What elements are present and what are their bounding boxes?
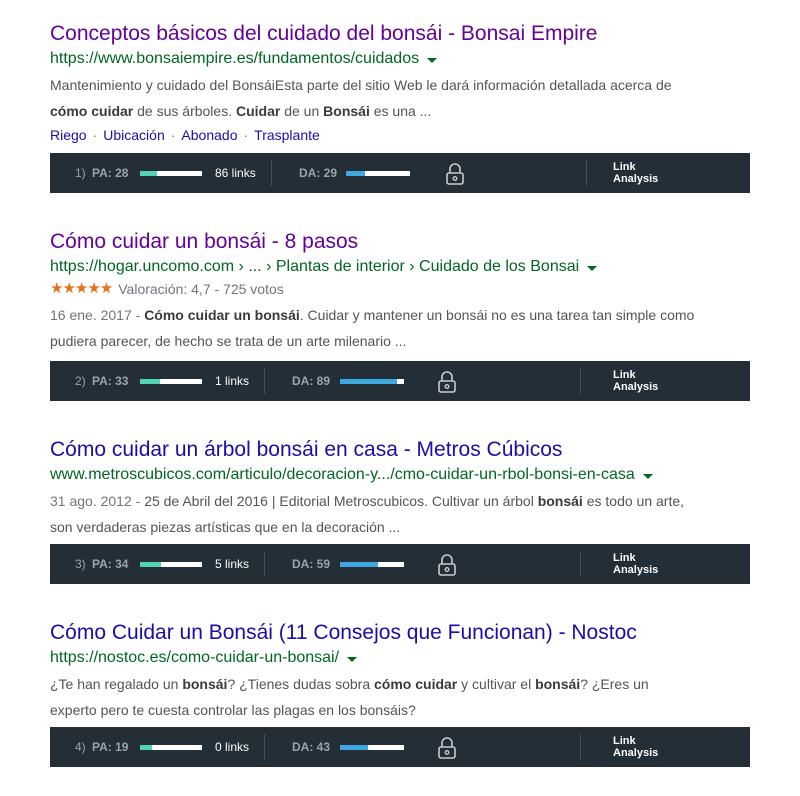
mozbar-divider [580, 551, 581, 577]
page-authority: PA: 28 [92, 166, 129, 180]
mozbar-rank: 4) [75, 740, 86, 754]
lock-icon[interactable] [437, 737, 457, 759]
snippet-line: 16 ene. 2017 - Cómo cuidar un bonsái. Cu… [50, 307, 695, 323]
pa-bar-fill [140, 562, 162, 567]
result-title[interactable]: Conceptos básicos del cuidado del bonsái… [50, 21, 800, 47]
mozbar-divider [264, 368, 265, 394]
links-count[interactable]: 1 links [215, 374, 249, 388]
snippet-line: experto pero te cuesta controlar las pla… [50, 702, 416, 718]
snippet-line: pudiera parecer, de hecho se trata de un… [50, 333, 407, 349]
result-snippet: 31 ago. 2012 - 25 de Abril del 2016 | Ed… [50, 488, 800, 540]
search-result-1: Conceptos básicos del cuidado del bonsái… [50, 21, 800, 146]
lock-icon[interactable] [445, 163, 465, 185]
domain-authority: DA: 29 [299, 166, 338, 180]
link-analysis-button[interactable]: Link Analysis [613, 369, 658, 393]
mozbar-rank: 3) [75, 557, 86, 571]
pa-bar [140, 171, 202, 176]
sitelink-trasplante[interactable]: Trasplante [254, 127, 320, 143]
rating-row: ★★★★★ Valoración: 4,7 - 725 votos [50, 278, 800, 300]
star-icon: ★★★★★ [50, 280, 113, 297]
link-analysis-button[interactable]: Link Analysis [613, 552, 658, 576]
mozbar-divider [264, 734, 265, 760]
chevron-down-icon[interactable] [427, 57, 438, 63]
pa-bar-fill [140, 379, 161, 384]
result-url-line: https://hogar.uncomo.com › ... › Plantas… [50, 256, 800, 278]
result-url-line: https://www.bonsaiempire.es/fundamentos/… [50, 48, 800, 70]
da-bar-fill [340, 745, 368, 750]
result-snippet: Mantenimiento y cuidado del BonsáiEsta p… [50, 72, 800, 124]
mozbar-2: 2) PA: 33 1 links DA: 89 Link Analysis [50, 361, 750, 401]
pa-bar-fill [140, 745, 152, 750]
links-count[interactable]: 86 links [215, 166, 256, 180]
da-bar [340, 379, 404, 384]
search-result-4: Cómo Cuidar un Bonsái (11 Consejos que F… [50, 620, 800, 723]
lock-icon[interactable] [437, 554, 457, 576]
result-title[interactable]: Cómo cuidar un árbol bonsái en casa - Me… [50, 437, 800, 463]
search-result-3: Cómo cuidar un árbol bonsái en casa - Me… [50, 437, 800, 540]
sitelink-abonado[interactable]: Abonado [181, 127, 237, 143]
mozbar-divider [264, 551, 265, 577]
result-url[interactable]: https://hogar.uncomo.com › ... › Plantas… [50, 256, 579, 278]
result-url-line: www.metroscubicos.com/articulo/decoracio… [50, 464, 800, 486]
chevron-down-icon[interactable] [347, 656, 358, 662]
pa-bar-fill [140, 171, 158, 176]
domain-authority: DA: 89 [292, 374, 331, 388]
mozbar-divider [271, 160, 272, 186]
result-snippet: 16 ene. 2017 - Cómo cuidar un bonsái. Cu… [50, 302, 800, 354]
sitelinks: Riego · Ubicación · Abonado · Trasplante [50, 124, 800, 146]
mozbar-rank: 1) [75, 166, 86, 180]
result-url[interactable]: https://www.bonsaiempire.es/fundamentos/… [50, 48, 419, 70]
sitelink-separator: · [243, 127, 249, 143]
link-analysis-button[interactable]: Link Analysis [613, 735, 658, 759]
mozbar-divider [580, 734, 581, 760]
result-url[interactable]: https://nostoc.es/como-cuidar-un-bonsai/ [50, 647, 339, 669]
mozbar-divider [586, 160, 587, 186]
page-authority: PA: 34 [92, 557, 129, 571]
result-title[interactable]: Cómo cuidar un bonsái - 8 pasos [50, 229, 800, 255]
result-url-line: https://nostoc.es/como-cuidar-un-bonsai/ [50, 647, 800, 669]
chevron-down-icon[interactable] [642, 473, 653, 479]
da-bar-fill [340, 379, 397, 384]
domain-authority: DA: 43 [292, 740, 331, 754]
mozbar-rank: 2) [75, 374, 86, 388]
result-snippet: ¿Te han regalado un bonsái? ¿Tienes duda… [50, 671, 800, 723]
page-authority: PA: 19 [92, 740, 129, 754]
snippet-line: Mantenimiento y cuidado del BonsáiEsta p… [50, 77, 672, 93]
lock-icon[interactable] [437, 371, 457, 393]
mozbar-3: 3) PA: 34 5 links DA: 59 Link Analysis [50, 544, 750, 584]
pa-bar [140, 745, 202, 750]
da-bar-fill [340, 562, 378, 567]
result-title[interactable]: Cómo Cuidar un Bonsái (11 Consejos que F… [50, 620, 800, 646]
sitelink-separator: · [170, 127, 176, 143]
snippet-line: 31 ago. 2012 - 25 de Abril del 2016 | Ed… [50, 493, 685, 509]
snippet-line: cómo cuidar de sus árboles. Cuidar de un… [50, 103, 432, 119]
snippet-line: ¿Te han regalado un bonsái? ¿Tienes duda… [50, 676, 649, 692]
search-result-2: Cómo cuidar un bonsái - 8 pasos https://… [50, 229, 800, 354]
links-count[interactable]: 5 links [215, 557, 249, 571]
mozbar-1: 1) PA: 28 86 links DA: 29 Link Analysis [50, 153, 750, 193]
snippet-line: son verdaderas piezas artísticas que en … [50, 519, 401, 535]
mozbar-divider [580, 368, 581, 394]
page-authority: PA: 33 [92, 374, 129, 388]
mozbar-4: 4) PA: 19 0 links DA: 43 Link Analysis [50, 727, 750, 767]
links-count[interactable]: 0 links [215, 740, 249, 754]
sitelink-separator: · [92, 127, 98, 143]
domain-authority: DA: 59 [292, 557, 331, 571]
rating-text: Valoración: 4,7 - 725 votos [118, 281, 284, 297]
pa-bar [140, 379, 202, 384]
pa-bar [140, 562, 202, 567]
da-bar [340, 562, 404, 567]
da-bar-fill [346, 171, 365, 176]
link-analysis-button[interactable]: Link Analysis [613, 161, 658, 185]
sitelink-ubicacion[interactable]: Ubicación [103, 127, 164, 143]
sitelink-riego[interactable]: Riego [50, 127, 87, 143]
da-bar [346, 171, 410, 176]
result-url[interactable]: www.metroscubicos.com/articulo/decoracio… [50, 464, 635, 486]
da-bar [340, 745, 404, 750]
chevron-down-icon[interactable] [587, 265, 598, 271]
